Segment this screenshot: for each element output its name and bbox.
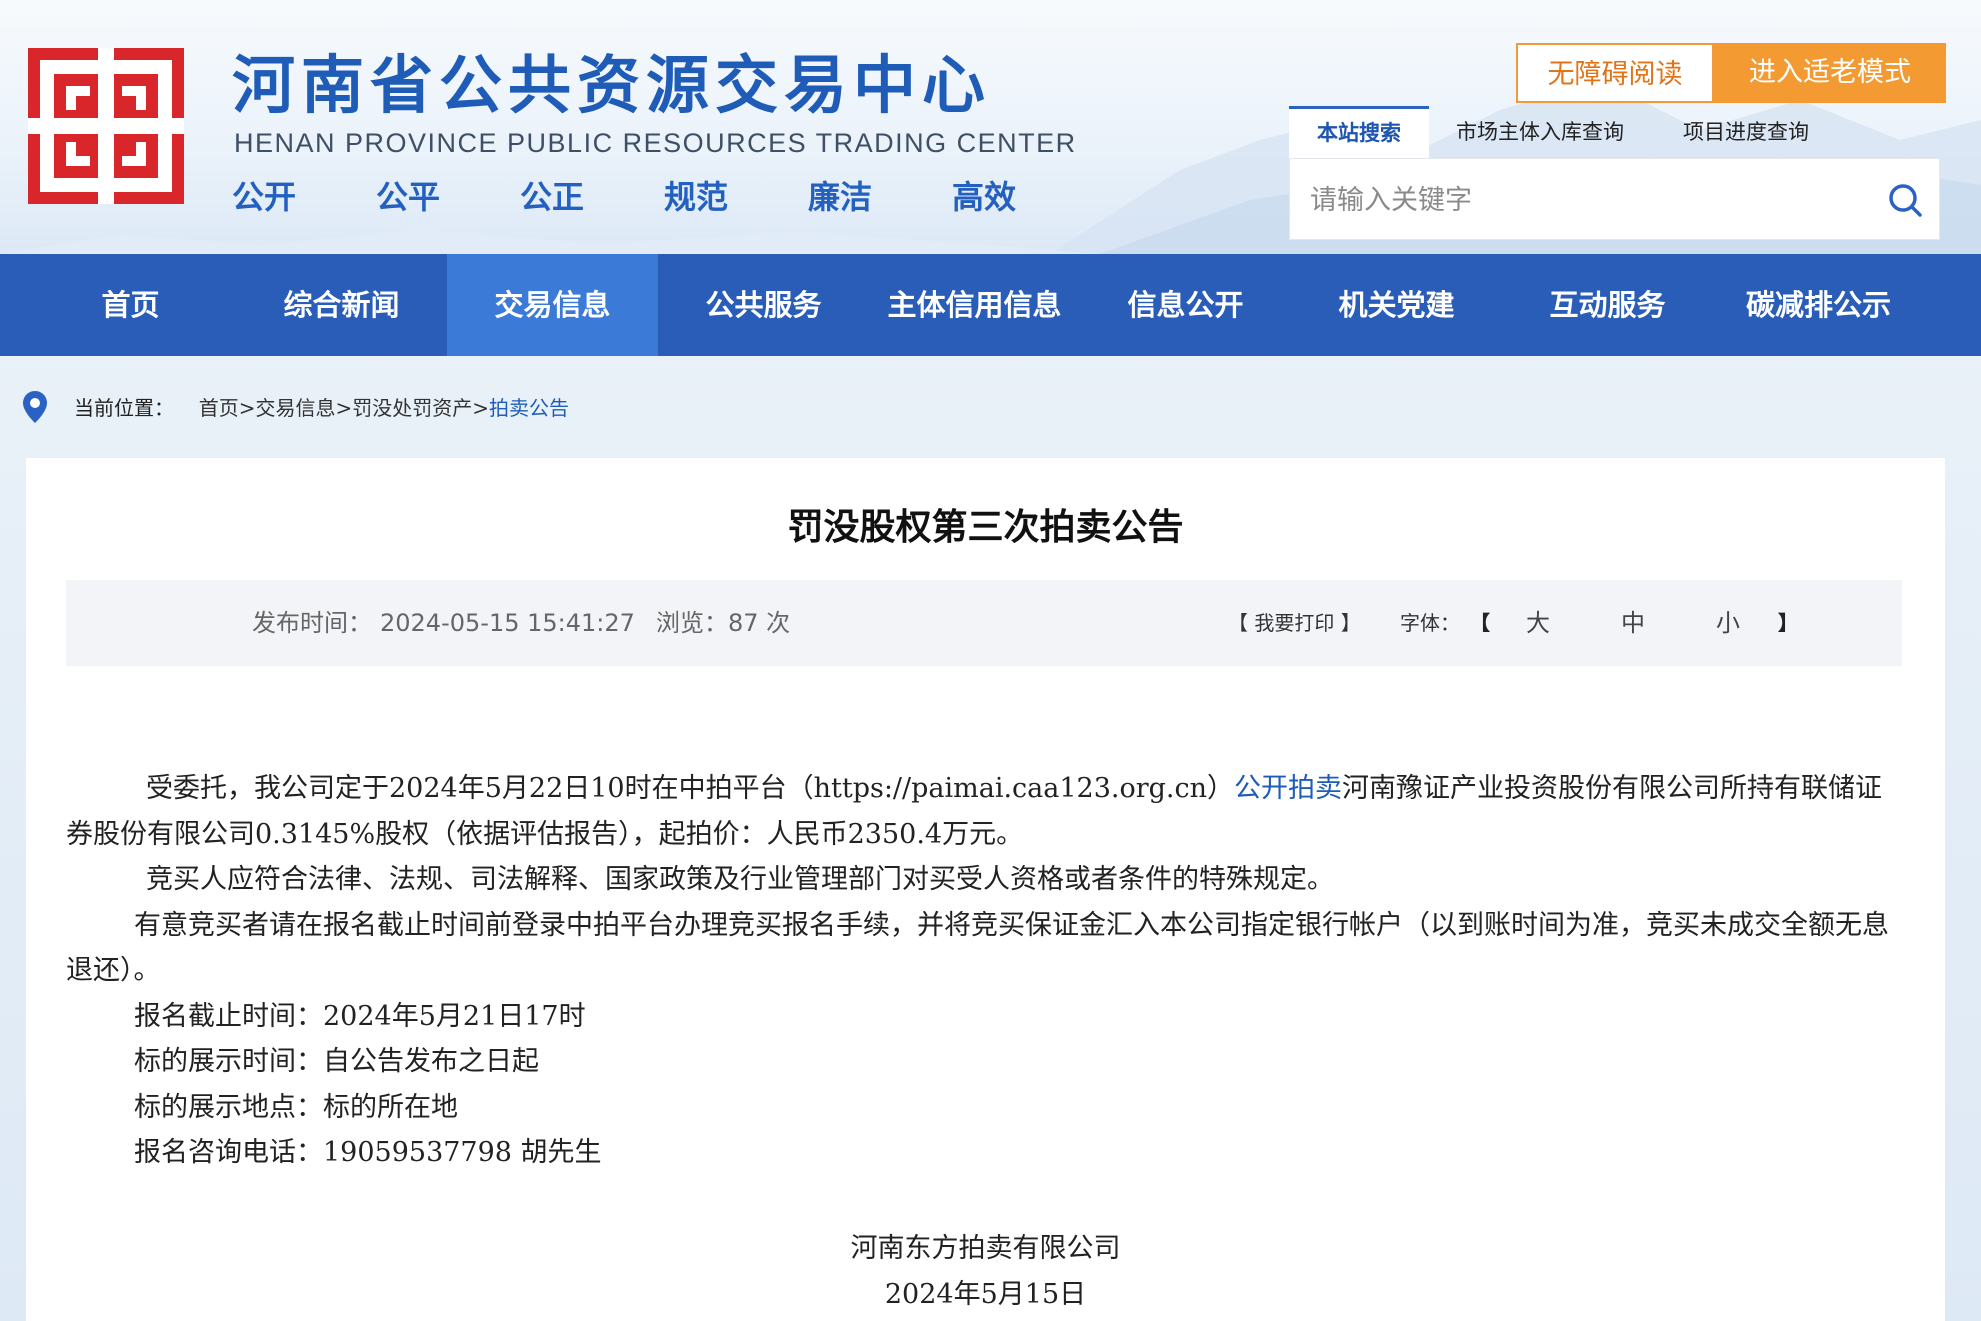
tab-market-entity-query[interactable]: 市场主体入库查询 <box>1456 106 1624 158</box>
font-size-large[interactable]: 大 <box>1526 580 1550 666</box>
contact-phone: 报名咨询电话：19059537798 胡先生 <box>134 1137 602 1168</box>
search-tabs: 本站搜索 市场主体入库查询 项目进度查询 <box>1289 106 1945 158</box>
nav-item-public-service[interactable]: 公共服务 <box>658 254 869 356</box>
nav-item-info-disclosure[interactable]: 信息公开 <box>1080 254 1291 356</box>
breadcrumb-label: 当前位置： <box>74 396 174 420</box>
tab-project-progress-query[interactable]: 项目进度查询 <box>1683 106 1809 158</box>
site-subtitle: HENAN PROVINCE PUBLIC RESOURCES TRADING … <box>234 128 1077 158</box>
location-pin-icon <box>23 391 47 423</box>
nav-item-news[interactable]: 综合新闻 <box>236 254 447 356</box>
breadcrumb-current[interactable]: 拍卖公告 <box>489 396 569 420</box>
site-header: 河南省公共资源交易中心 HENAN PROVINCE PUBLIC RESOUR… <box>0 0 1981 254</box>
view-count: 浏览：87 次 <box>656 609 791 637</box>
paragraph: 有意竞买者请在报名截止时间前登录中拍平台办理竞买报名手续，并将竞买保证金汇入本公… <box>66 909 1889 987</box>
crumb-row: 当前位置： 首页>交易信息>罚没处罚资产>拍卖公告 <box>74 388 569 428</box>
display-location: 标的展示地点：标的所在地 <box>134 1091 458 1123</box>
slogan: 公开 <box>232 178 297 216</box>
article-panel: 罚没股权第三次拍卖公告 发布时间： 2024-05-15 15:41:27 浏览… <box>26 458 1945 1321</box>
breadcrumb-confiscated-assets[interactable]: 罚没处罚资产> <box>352 396 489 420</box>
bracket-open: 【 <box>1470 611 1490 635</box>
elder-mode-button[interactable]: 进入适老模式 <box>1714 43 1946 103</box>
font-size-small[interactable]: 小 <box>1716 580 1740 666</box>
publish-time: 2024-05-15 15:41:27 <box>380 609 635 637</box>
slogans: 公开 公平 公正 规范 廉洁 高效 <box>232 172 1032 216</box>
public-auction-link[interactable]: 公开拍卖 <box>1234 773 1342 804</box>
slogan: 公平 <box>376 178 441 216</box>
print-button[interactable]: 【 我要打印 】 <box>1228 580 1361 666</box>
slogan: 公正 <box>520 178 585 216</box>
breadcrumb-home[interactable]: 首页> <box>199 396 256 420</box>
search-box <box>1289 158 1940 240</box>
nav-item-home[interactable]: 首页 <box>25 254 236 356</box>
display-time: 标的展示时间：自公告发布之日起 <box>134 1046 539 1077</box>
paragraph: 竞买人应符合法律、法规、司法解释、国家政策及行业管理部门对买受人资格或者条件的特… <box>146 864 1334 895</box>
tab-site-search[interactable]: 本站搜索 <box>1289 106 1429 158</box>
nav-item-credit-info[interactable]: 主体信用信息 <box>869 254 1080 356</box>
nav-item-interactive[interactable]: 互动服务 <box>1502 254 1713 356</box>
search-input[interactable] <box>1308 173 1872 227</box>
breadcrumb-trading-info[interactable]: 交易信息> <box>255 396 352 420</box>
main-nav: 首页 综合新闻 交易信息 公共服务 主体信用信息 信息公开 机关党建 互动服务 … <box>0 254 1981 356</box>
publish-label: 发布时间： <box>252 609 372 637</box>
nav-item-trading-info[interactable]: 交易信息 <box>447 254 658 356</box>
article-title: 罚没股权第三次拍卖公告 <box>787 507 1184 548</box>
bracket-close: 】 <box>1778 611 1798 635</box>
font-size-medium[interactable]: 中 <box>1621 580 1645 666</box>
meta-bar: 发布时间： 2024-05-15 15:41:27 浏览：87 次 【 我要打印… <box>66 580 1902 666</box>
article-body: 受委托，我公司定于2024年5月22日10时在中拍平台（https://paim… <box>66 766 1902 1176</box>
slogan: 高效 <box>952 178 1017 216</box>
registration-deadline: 报名截止时间：2024年5月21日17时 <box>134 1000 586 1032</box>
font-size-label: 字体： <box>1400 611 1460 635</box>
search-icon[interactable] <box>1886 181 1924 219</box>
paragraph: 受委托，我公司定于2024年5月22日10时在中拍平台（https://paim… <box>66 766 1902 857</box>
nav-item-carbon[interactable]: 碳减排公示 <box>1713 254 1924 356</box>
slogan: 廉洁 <box>808 178 873 216</box>
accessible-reading-button[interactable]: 无障碍阅读 <box>1516 43 1714 103</box>
paragraph-text: 受委托，我公司定于2024年5月22日10时在中拍平台（https://paim… <box>146 773 1235 804</box>
signature-company: 河南东方拍卖有限公司 <box>850 1233 1121 1264</box>
slogan: 规范 <box>664 178 729 216</box>
logo-seal-icon <box>28 48 184 204</box>
signature-date: 2024年5月15日 <box>884 1279 1087 1310</box>
nav-item-party-building[interactable]: 机关党建 <box>1291 254 1502 356</box>
site-title: 河南省公共资源交易中心 <box>232 49 991 122</box>
